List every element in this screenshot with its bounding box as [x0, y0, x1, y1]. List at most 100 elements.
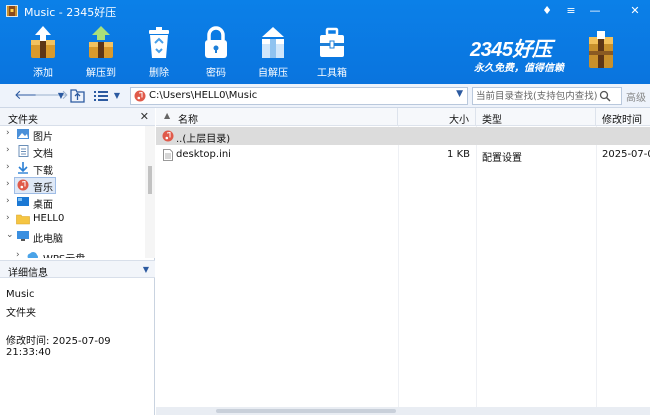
music-folder-icon — [134, 90, 146, 102]
tree-item-label: 文档 — [33, 149, 53, 160]
delete-button[interactable]: 删除 — [136, 26, 182, 82]
toolbox-label: 工具箱 — [317, 68, 347, 79]
details-toggle-icon[interactable]: ▼ — [143, 265, 149, 274]
tree-item-label: 图片 — [33, 132, 53, 143]
brand-name: 2345好压 — [470, 39, 552, 61]
horizontal-scrollbar-thumb[interactable] — [216, 409, 396, 413]
add-button[interactable]: 添加 — [20, 26, 66, 82]
tree-scrollbar[interactable] — [145, 126, 155, 258]
lock-icon — [205, 26, 227, 58]
tree-item-desktop[interactable]: › 桌面 — [0, 194, 145, 211]
brand-logo: 2345好压 永久免费，值得信赖 — [470, 31, 630, 74]
tree-item-pictures[interactable]: › 图片 — [0, 126, 145, 143]
horizontal-scrollbar[interactable] — [156, 407, 650, 415]
expand-icon[interactable]: › — [16, 250, 20, 258]
cloud-icon — [27, 252, 38, 258]
extract-to-label: 解压到 — [86, 68, 116, 79]
back-button[interactable]: 🡐 — [14, 87, 49, 105]
details-title: 详细信息 — [8, 268, 48, 279]
tree-item-wps-cloud[interactable]: › WPS云盘 — [10, 248, 145, 258]
row-name: desktop.ini — [176, 149, 231, 160]
table-row[interactable]: desktop.ini 1 KB 配置设置 2025-07-0 — [156, 146, 650, 164]
row-size: 1 KB — [447, 149, 470, 160]
table-row[interactable]: ..(上层目录) — [156, 127, 650, 145]
header: Music - 2345好压 ♦ ≡ — ✕ 添加 解压到 删除 密码 自解压 … — [0, 0, 650, 84]
trash-icon — [149, 27, 169, 58]
desktop-icon — [17, 197, 29, 206]
tree-item-hell0[interactable]: › HELL0 — [0, 211, 145, 228]
tree-item-downloads[interactable]: › 下载 — [0, 160, 145, 177]
tree-item-documents[interactable]: › 文档 — [0, 143, 145, 160]
tree-item-label: WPS云盘 — [43, 250, 85, 258]
search-box[interactable] — [472, 87, 622, 105]
app-icon — [6, 5, 18, 17]
computer-icon — [17, 231, 29, 241]
row-modified: 2025-07-0 — [602, 149, 650, 160]
add-icon — [31, 26, 55, 58]
expand-icon[interactable]: › — [6, 128, 10, 138]
column-type-label: 类型 — [482, 115, 502, 126]
self-extract-icon — [262, 27, 284, 58]
expand-icon[interactable]: › — [6, 145, 10, 155]
collapse-icon[interactable]: ⌄ — [6, 230, 14, 240]
toolbox-icon — [320, 27, 344, 57]
forward-button[interactable]: 🡒 — [34, 87, 69, 105]
tree-item-label: 桌面 — [33, 200, 53, 211]
search-input[interactable] — [473, 88, 597, 104]
tree-scrollbar-thumb[interactable] — [148, 166, 152, 194]
expand-icon[interactable]: › — [6, 213, 10, 223]
close-button[interactable]: ✕ — [625, 2, 645, 20]
search-icon[interactable] — [599, 90, 611, 102]
tree-item-this-pc[interactable]: ⌄ 此电脑 — [0, 228, 145, 245]
minimize-button[interactable]: — — [585, 2, 605, 20]
window-title: Music - 2345好压 — [24, 6, 117, 19]
tree-item-label: 此电脑 — [33, 234, 63, 245]
column-size[interactable]: 大小 — [398, 108, 476, 126]
folder-pane: 文件夹 ✕ › 图片 › 文档 › 下载 › 音乐 › 桌面 › HELL0 ⌄… — [0, 108, 155, 415]
self-extract-button[interactable]: 自解压 — [250, 26, 296, 82]
column-type[interactable]: 类型 — [476, 108, 596, 126]
pictures-icon — [17, 129, 29, 139]
self-extract-label: 自解压 — [258, 68, 288, 79]
up-folder-icon[interactable] — [70, 89, 85, 103]
sort-ascending-icon: ▲ — [164, 111, 171, 120]
column-modified[interactable]: 修改时间 — [596, 108, 650, 126]
music-icon — [17, 179, 29, 191]
column-divider — [596, 126, 597, 415]
documents-icon — [18, 145, 29, 157]
details-header[interactable]: 详细信息 ▼ — [0, 260, 155, 279]
extract-to-icon — [89, 26, 113, 58]
path-field[interactable]: C:\Users\HELL0\Music ▼ — [130, 87, 468, 105]
expand-icon[interactable]: › — [6, 162, 10, 172]
column-name[interactable]: ▲ 名称 — [156, 108, 398, 126]
advanced-search-link[interactable]: 高级 — [626, 89, 646, 104]
details-modified: 修改时间: 2025-07-09 21:33:40 — [6, 336, 111, 358]
folder-pane-header: 文件夹 ✕ — [0, 108, 155, 126]
row-name: ..(上层目录) — [176, 134, 231, 145]
tree-item-label: 下载 — [33, 166, 53, 177]
details-name: Music — [6, 289, 35, 300]
archive-box-icon — [589, 31, 613, 68]
pin-button[interactable]: ♦ — [537, 2, 557, 20]
password-button[interactable]: 密码 — [193, 26, 239, 82]
folder-tree: › 图片 › 文档 › 下载 › 音乐 › 桌面 › HELL0 ⌄ 此电脑 › — [0, 126, 145, 258]
folder-pane-title: 文件夹 — [8, 115, 38, 126]
path-dropdown-icon[interactable]: ▼ — [456, 89, 463, 99]
history-dropdown[interactable]: ▼ — [52, 87, 70, 105]
brand-slogan: 永久免费，值得信赖 — [474, 63, 564, 74]
view-list-icon[interactable] — [94, 90, 108, 102]
column-divider — [476, 126, 477, 415]
menu-button[interactable]: ≡ — [561, 2, 581, 20]
expand-icon[interactable]: › — [6, 179, 10, 189]
view-dropdown[interactable]: ▼ — [111, 87, 123, 105]
tree-item-music[interactable]: › 音乐 — [0, 177, 145, 194]
details-type: 文件夹 — [6, 308, 36, 319]
password-label: 密码 — [206, 68, 226, 79]
close-icon[interactable]: ✕ — [140, 110, 149, 123]
path-text: C:\Users\HELL0\Music — [149, 90, 258, 101]
expand-icon[interactable]: › — [6, 196, 10, 206]
up-level-icon — [162, 130, 174, 142]
toolbox-button[interactable]: 工具箱 — [309, 26, 355, 82]
add-label: 添加 — [33, 68, 53, 79]
extract-to-button[interactable]: 解压到 — [78, 26, 124, 82]
